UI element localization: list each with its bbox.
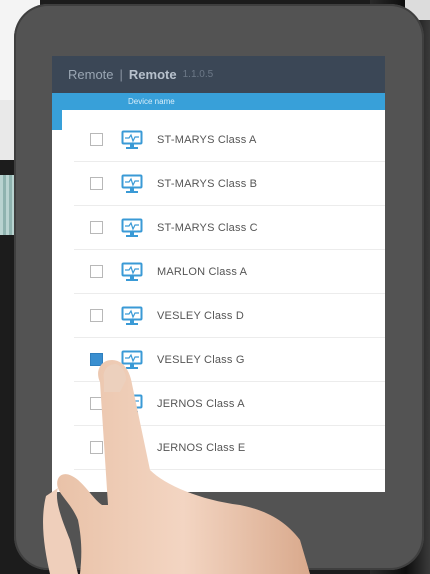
device-checkbox[interactable]	[90, 177, 103, 190]
device-checkbox[interactable]	[90, 441, 103, 454]
device-checkbox[interactable]	[90, 353, 103, 366]
device-row[interactable]: ST-MARYS Class C	[74, 206, 385, 250]
monitor-icon	[121, 438, 143, 457]
monitor-icon	[121, 262, 143, 281]
device-list: ST-MARYS Class A ST-MARYS Class B ST-MARYS…	[74, 118, 385, 470]
header-separator: |	[119, 67, 123, 82]
monitor-icon	[121, 394, 143, 413]
column-header-stub	[52, 110, 62, 130]
device-checkbox[interactable]	[90, 265, 103, 278]
device-row[interactable]: JERNOS Class E	[74, 426, 385, 470]
device-checkbox[interactable]	[90, 221, 103, 234]
column-header-label: Device name	[128, 97, 175, 106]
device-name: VESLEY Class D	[157, 309, 244, 322]
device-name: MARLON Class A	[157, 265, 248, 278]
brand-label: Remote	[68, 67, 114, 82]
device-name: JERNOS Class E	[157, 441, 246, 454]
monitor-icon	[121, 218, 143, 237]
device-name: VESLEY Class G	[157, 353, 245, 366]
device-name: ST-MARYS Class A	[157, 133, 257, 146]
device-name: ST-MARYS Class B	[157, 177, 258, 190]
device-name: JERNOS Class A	[157, 397, 245, 410]
app-header: Remote | Remote 1.1.0.5	[52, 56, 385, 93]
device-row[interactable]: VESLEY Class G	[74, 338, 385, 382]
column-header-device-name[interactable]: Device name	[52, 93, 385, 110]
tablet-screen: Remote | Remote 1.1.0.5 Device name ST-M…	[52, 56, 385, 492]
device-row[interactable]: JERNOS Class A	[74, 382, 385, 426]
monitor-icon	[121, 174, 143, 193]
device-row[interactable]: ST-MARYS Class B	[74, 162, 385, 206]
device-row[interactable]: MARLON Class A	[74, 250, 385, 294]
device-checkbox[interactable]	[90, 309, 103, 322]
monitor-icon	[121, 130, 143, 149]
app-version: 1.1.0.5	[182, 69, 214, 80]
monitor-icon	[121, 306, 143, 325]
device-name: ST-MARYS Class C	[157, 221, 258, 234]
app-name: Remote	[128, 67, 177, 82]
device-row[interactable]: VESLEY Class D	[74, 294, 385, 338]
monitor-icon	[121, 350, 143, 369]
device-checkbox[interactable]	[90, 133, 103, 146]
device-checkbox[interactable]	[90, 397, 103, 410]
device-row[interactable]: ST-MARYS Class A	[74, 118, 385, 162]
